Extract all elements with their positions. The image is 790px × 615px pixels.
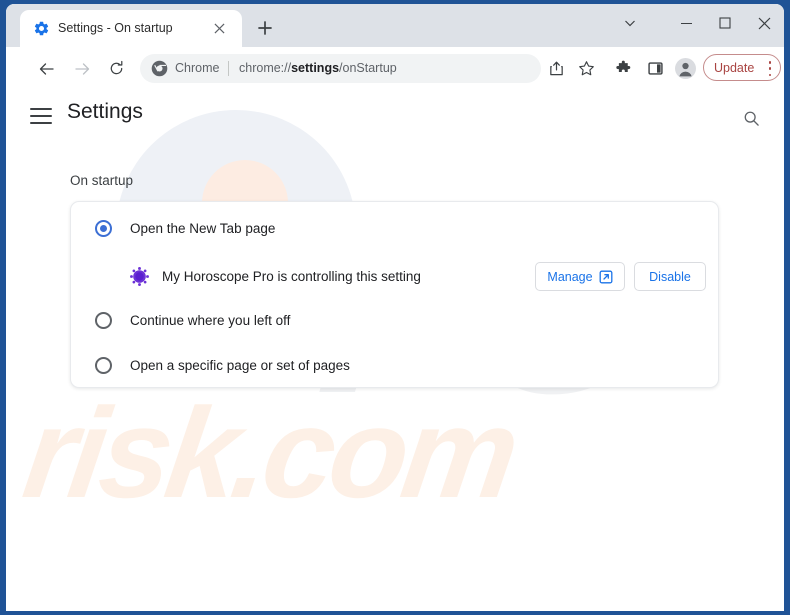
startup-option-continue[interactable]: Continue where you left off <box>71 301 720 346</box>
close-tab-icon[interactable] <box>210 19 229 38</box>
chevron-down-icon[interactable] <box>611 8 649 38</box>
profile-avatar-icon[interactable] <box>672 55 699 82</box>
omnibox-url-text: chrome://settings/onStartup <box>239 61 397 75</box>
settings-page: PC risk.com Settings On startup <box>6 90 784 611</box>
manage-button-label: Manage <box>547 269 593 284</box>
radio-continue-where-left-off[interactable] <box>95 312 112 329</box>
address-bar[interactable]: Chrome chrome://settings/onStartup <box>140 54 541 83</box>
share-icon[interactable] <box>543 55 570 82</box>
tab-title: Settings - On startup <box>58 21 173 35</box>
three-dot-vertical-icon[interactable] <box>768 61 772 76</box>
url-bold-part: settings <box>291 61 340 75</box>
omnibox-divider <box>228 61 229 76</box>
back-arrow-icon[interactable] <box>33 55 60 82</box>
startup-option-specific-page[interactable]: Open a specific page or set of pages <box>71 346 720 391</box>
extension-starburst-icon <box>129 266 150 287</box>
chrome-logo-icon <box>151 60 168 77</box>
url-prefix: chrome:// <box>239 61 292 75</box>
close-window-icon[interactable] <box>745 8 783 38</box>
browser-tab[interactable]: Settings - On startup <box>20 10 242 47</box>
startup-option-new-tab[interactable]: Open the New Tab page <box>71 209 720 254</box>
side-panel-icon[interactable] <box>642 55 669 82</box>
minimize-window-icon[interactable] <box>667 8 705 38</box>
hamburger-menu-icon[interactable] <box>30 103 60 129</box>
disable-button-label: Disable <box>649 269 691 284</box>
disable-button[interactable]: Disable <box>634 262 706 291</box>
maximize-window-icon[interactable] <box>706 8 744 38</box>
reload-icon[interactable] <box>103 55 130 82</box>
puzzle-icon[interactable] <box>610 55 637 82</box>
settings-header: Settings <box>6 90 784 142</box>
startup-option-label: Open a specific page or set of pages <box>130 358 350 373</box>
browser-toolbar: Chrome chrome://settings/onStartup Updat… <box>6 47 784 91</box>
radio-specific-page[interactable] <box>95 357 112 374</box>
manage-button[interactable]: Manage <box>535 262 625 291</box>
extension-control-notice: My Horoscope Pro is controlling this set… <box>71 254 720 300</box>
star-icon[interactable] <box>573 55 600 82</box>
browser-window: Settings - On startup Chrome chrome://se… <box>0 0 790 615</box>
extension-notice-text: My Horoscope Pro is controlling this set… <box>162 269 421 284</box>
on-startup-card: Open the New Tab page My Horoscope Pro i… <box>70 201 719 388</box>
tab-strip: Settings - On startup <box>6 4 784 47</box>
startup-option-label: Open the New Tab page <box>130 221 276 236</box>
page-title: Settings <box>67 100 143 123</box>
forward-arrow-icon[interactable] <box>68 55 95 82</box>
new-tab-button[interactable] <box>252 15 278 41</box>
url-suffix: /onStartup <box>339 61 397 75</box>
radio-new-tab[interactable] <box>95 220 112 237</box>
gear-icon <box>33 20 50 37</box>
browser-window-content: Settings - On startup Chrome chrome://se… <box>6 4 784 611</box>
update-button-label: Update <box>714 60 755 75</box>
external-link-icon <box>599 270 613 284</box>
watermark-domain-text: risk.com <box>16 382 523 525</box>
update-button[interactable]: Update <box>703 54 781 81</box>
search-icon[interactable] <box>737 104 765 132</box>
section-title: On startup <box>70 173 134 188</box>
startup-option-label: Continue where you left off <box>130 313 291 328</box>
omnibox-scheme-label: Chrome <box>175 61 220 75</box>
